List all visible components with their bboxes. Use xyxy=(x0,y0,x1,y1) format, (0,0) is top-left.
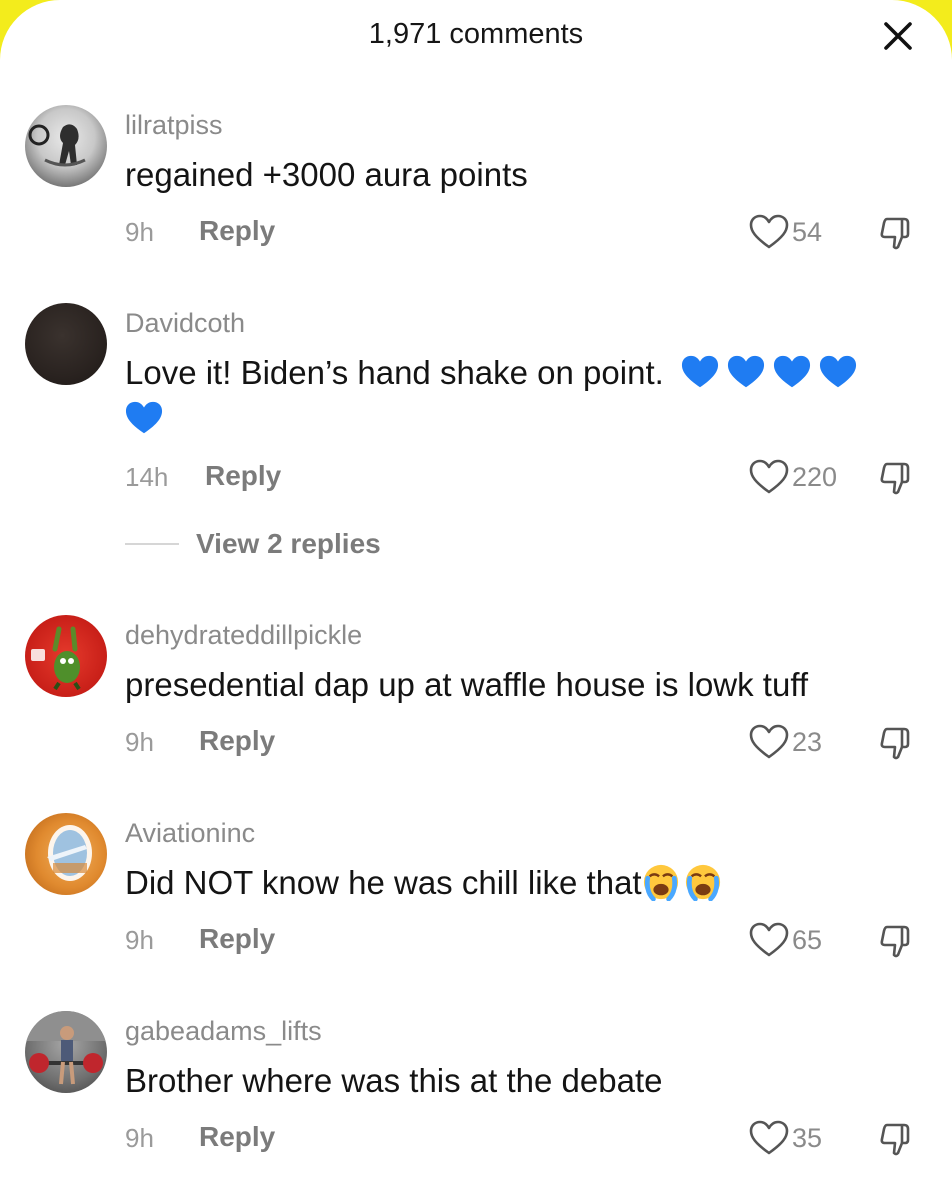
comment-text: Brother where was this at the debate xyxy=(125,1062,663,1099)
avatar[interactable] xyxy=(25,303,107,385)
replies-divider xyxy=(125,543,179,545)
dislike-icon[interactable] xyxy=(878,1121,914,1157)
heart-outline-icon[interactable] xyxy=(749,922,789,958)
comment-text-block: Did NOT know he was chill like that xyxy=(125,860,885,906)
comment-text: regained +3000 aura points xyxy=(125,156,528,193)
like-count: 35 xyxy=(792,1123,823,1153)
avatar[interactable] xyxy=(25,813,107,895)
comments-header: 1,971 comments xyxy=(0,0,952,80)
blue-heart-emoji-icon xyxy=(773,355,811,388)
reply-button[interactable]: Reply xyxy=(199,923,275,955)
comment-time: 14h xyxy=(125,462,169,492)
view-replies-label: View 2 replies xyxy=(196,528,381,559)
comment-text: presedential dap up at waffle house is l… xyxy=(125,666,809,703)
avatar[interactable] xyxy=(25,105,107,187)
comments-count-title: 1,971 comments xyxy=(368,18,584,50)
heart-outline-icon[interactable] xyxy=(749,1120,789,1156)
comment-time: 9h xyxy=(125,1123,154,1153)
comment-time: 9h xyxy=(125,925,154,955)
blue-heart-emoji-icon xyxy=(727,355,765,388)
blue-heart-emoji-icon xyxy=(681,355,719,388)
loudly-crying-face-emoji-icon xyxy=(685,864,720,901)
comment-username[interactable]: Aviationinc xyxy=(125,818,255,849)
like-count: 23 xyxy=(792,727,823,757)
heart-outline-icon[interactable] xyxy=(749,459,789,495)
reply-button[interactable]: Reply xyxy=(199,725,275,757)
comment-username[interactable]: gabeadams_lifts xyxy=(125,1016,322,1047)
dislike-icon[interactable] xyxy=(878,460,914,496)
like-count: 220 xyxy=(792,462,838,492)
comment-username[interactable]: Davidcoth xyxy=(125,308,245,339)
like-count: 65 xyxy=(792,925,823,955)
comment-text: Love it! Biden’s hand shake on point. xyxy=(125,354,664,391)
avatar[interactable] xyxy=(25,615,107,697)
blue-heart-emoji-icon xyxy=(125,401,163,434)
blue-heart-emoji-icon xyxy=(819,355,857,388)
comment-username[interactable]: lilratpiss xyxy=(125,110,223,141)
reply-button[interactable]: Reply xyxy=(205,460,281,492)
close-icon[interactable] xyxy=(882,20,914,52)
like-count: 54 xyxy=(792,217,823,247)
dislike-icon[interactable] xyxy=(878,725,914,761)
dislike-icon[interactable] xyxy=(878,923,914,959)
comment-username[interactable]: dehydrateddillpickle xyxy=(125,620,362,651)
heart-outline-icon[interactable] xyxy=(749,214,789,250)
comment-time: 9h xyxy=(125,727,154,757)
avatar[interactable] xyxy=(25,1011,107,1093)
comment-text-block: Love it! Biden’s hand shake on point. xyxy=(125,350,885,442)
loudly-crying-face-emoji-icon xyxy=(643,864,678,901)
reply-button[interactable]: Reply xyxy=(199,215,275,247)
heart-outline-icon[interactable] xyxy=(749,724,789,760)
comment-text: Did NOT know he was chill like that xyxy=(125,864,642,901)
reply-button[interactable]: Reply xyxy=(199,1121,275,1153)
dislike-icon[interactable] xyxy=(878,215,914,251)
comment-time: 9h xyxy=(125,217,154,247)
